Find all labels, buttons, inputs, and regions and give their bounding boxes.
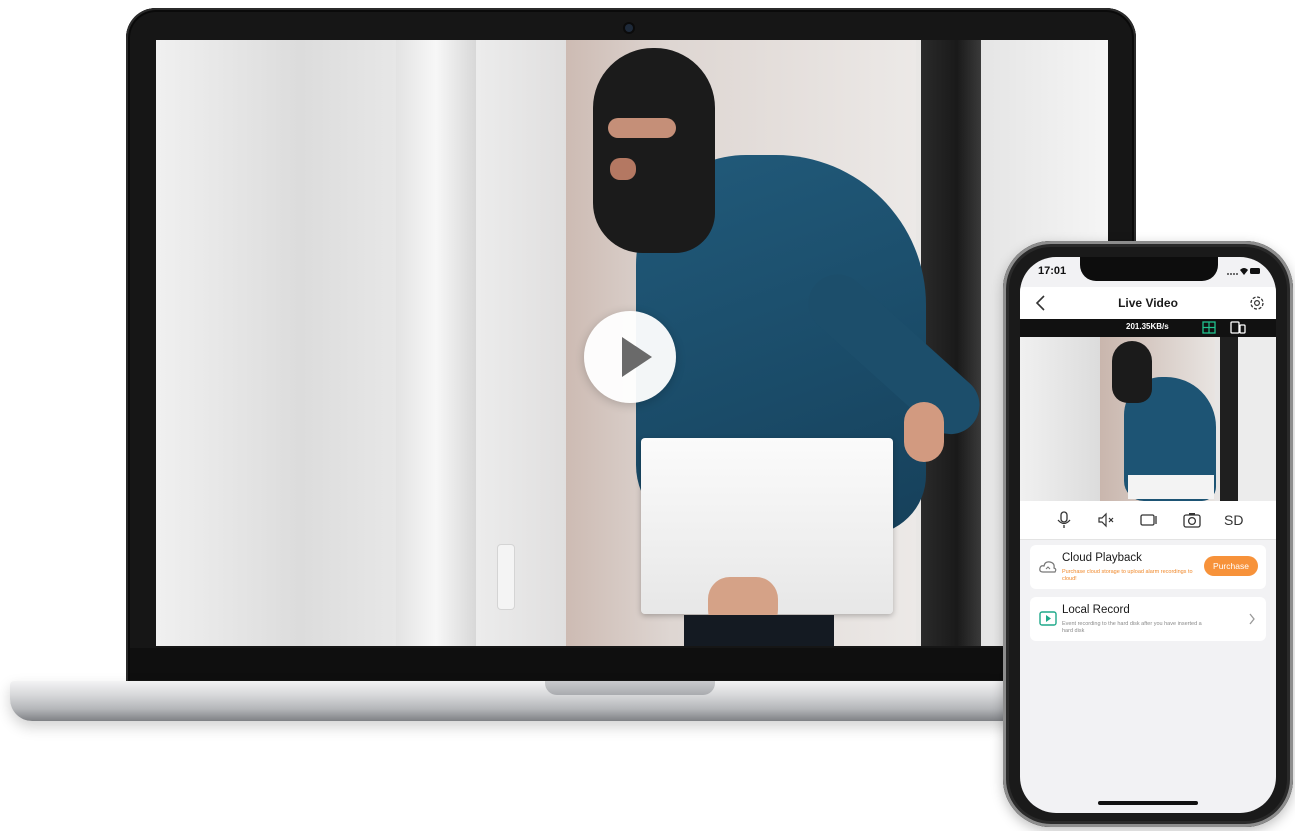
webcam [625,24,633,32]
scene-door-frame [1220,337,1238,501]
scene-wall [1238,337,1276,501]
cloud-playback-card[interactable]: Cloud Playback Purchase cloud storage to… [1030,545,1266,589]
card-subtitle: Purchase cloud storage to upload alarm r… [1062,569,1193,582]
scene-doorframe [396,40,476,646]
battery-icon [1250,268,1260,274]
burglar-hand [904,402,944,462]
scene-wall [476,40,566,646]
burglar-balaclava [593,48,715,253]
laptop-opening-notch [545,681,715,695]
scene-light-switch [498,545,514,609]
nav-bar: Live Video [1020,287,1276,319]
video-controls: SD [1020,501,1276,540]
scene-wall [1020,337,1100,501]
split-view-icon[interactable] [1230,321,1246,334]
burglar-mouth [610,158,636,180]
grid-view-icon[interactable] [1202,321,1216,334]
purchase-button[interactable]: Purchase [1204,556,1258,576]
play-button[interactable] [584,311,676,403]
bitrate-readout: 201.35KB/s [1126,322,1169,331]
local-record-card[interactable]: Local Record Event recording to the hard… [1030,597,1266,641]
mute-icon[interactable] [1096,510,1116,530]
phone-screen: 17:01 Live Video 201.35KB/s SD Cloud Pla… [1020,257,1276,813]
home-indicator[interactable] [1098,801,1198,805]
camera-icon[interactable] [1182,510,1202,530]
card-subtitle: Event recording to the hard disk after y… [1062,621,1202,634]
card-title: Local Record [1062,604,1130,616]
status-icons [1227,268,1260,275]
laptop-chin [130,648,1132,680]
gear-icon[interactable] [1248,294,1266,312]
scene-wall [156,40,396,646]
scene-door-frame [921,40,981,646]
laptop-video-screen[interactable] [156,40,1108,646]
wifi-icon [1240,268,1248,275]
card-title: Cloud Playback [1062,552,1142,564]
chevron-right-icon[interactable] [1248,612,1256,626]
play-icon [622,337,652,377]
phone-video-feed[interactable] [1020,337,1276,501]
burglar-eyes [608,118,676,138]
stolen-laptop [1128,475,1214,499]
burglar-balaclava [1112,341,1152,403]
record-icon[interactable] [1139,510,1159,530]
page-title: Live Video [1118,296,1178,310]
burglar-legs [684,615,834,646]
local-record-icon [1039,611,1057,626]
signal-icon [1227,273,1238,275]
microphone-icon[interactable] [1054,510,1074,530]
quality-toggle[interactable]: SD [1224,512,1243,528]
phone-notch [1080,257,1218,281]
cloud-icon [1039,561,1057,573]
status-time: 17:01 [1038,265,1067,277]
video-toolbar: 201.35KB/s [1020,319,1276,337]
